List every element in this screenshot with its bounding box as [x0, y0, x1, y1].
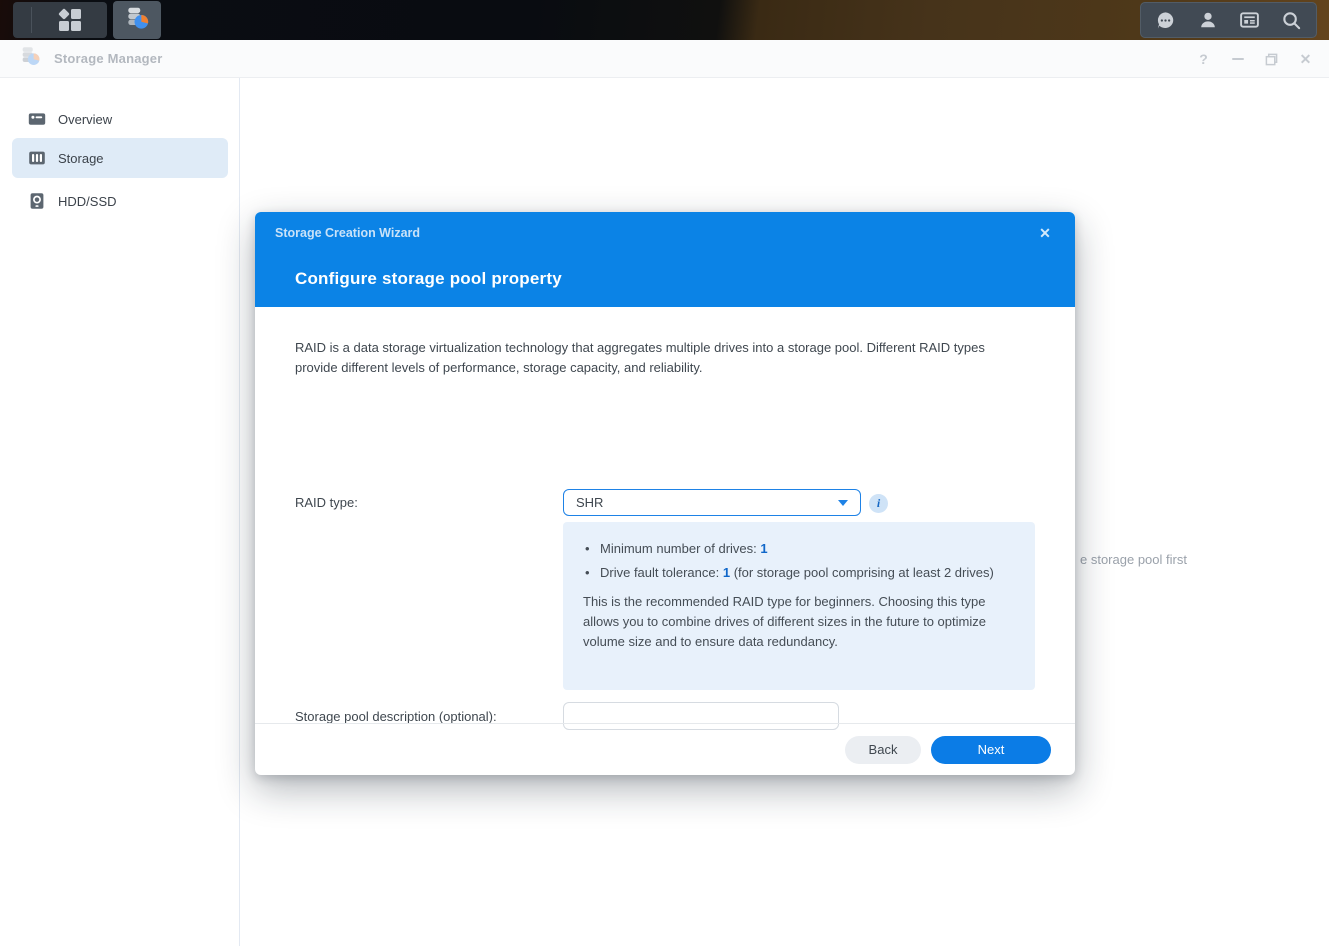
raid-type-label: RAID type: — [295, 489, 358, 516]
user-account-icon[interactable] — [1197, 10, 1218, 31]
dialog-close-button[interactable]: ✕ — [1035, 223, 1055, 243]
storage-manager-app-icon — [124, 5, 150, 36]
back-button[interactable]: Back — [845, 736, 921, 764]
raid-info-panel: Minimum number of drives: 1 Drive fault … — [563, 522, 1035, 690]
hdd-ssd-icon — [28, 192, 46, 210]
raid-info-bullet: Drive fault tolerance: 1 (for storage po… — [583, 561, 1015, 585]
sidebar-item-overview[interactable]: Overview — [12, 100, 228, 138]
main-menu-button[interactable] — [32, 2, 107, 38]
dialog-title: Storage Creation Wizard — [275, 226, 420, 240]
min-drives-value: 1 — [760, 541, 767, 556]
next-button[interactable]: Next — [931, 736, 1051, 764]
sidebar-item-label: Storage — [58, 151, 104, 166]
taskbar-tray — [1140, 2, 1317, 38]
minimize-button[interactable] — [1230, 51, 1245, 67]
restore-icon — [1265, 53, 1278, 66]
raid-recommendation-note: This is the recommended RAID type for be… — [583, 592, 1015, 652]
storage-manager-window-icon — [19, 45, 41, 72]
maximize-button[interactable] — [1264, 51, 1279, 67]
widgets-panel-icon[interactable] — [1239, 10, 1260, 31]
raid-info-bullet-list: Minimum number of drives: 1 Drive fault … — [583, 537, 1015, 585]
dialog-footer: Back Next — [255, 723, 1075, 775]
dialog-header: Storage Creation Wizard ✕ Configure stor… — [255, 212, 1075, 307]
taskbar-storage-manager-button[interactable] — [113, 1, 161, 39]
chevron-down-icon — [838, 500, 848, 506]
sidebar-item-hdd-ssd[interactable]: HDD/SSD — [12, 182, 228, 220]
window-controls: ? ✕ — [1196, 40, 1313, 78]
storage-icon — [28, 149, 46, 167]
sidebar: Overview Storage HDD/SSD — [0, 78, 240, 946]
overview-icon — [28, 110, 46, 128]
main-menu-icon — [59, 9, 81, 31]
raid-type-selected-value: SHR — [576, 495, 838, 510]
sidebar-item-storage[interactable]: Storage — [12, 138, 228, 178]
window-title: Storage Manager — [54, 51, 162, 66]
window-close-button[interactable]: ✕ — [1298, 51, 1313, 67]
storage-creation-wizard-dialog: Storage Creation Wizard ✕ Configure stor… — [255, 212, 1075, 775]
notifications-chat-icon[interactable] — [1155, 10, 1176, 31]
sidebar-item-label: Overview — [58, 112, 112, 127]
desktop-taskbar — [0, 0, 1329, 40]
dialog-step-heading: Configure storage pool property — [295, 269, 562, 289]
desktop-screen: Storage Manager ? ✕ Overview — [0, 0, 1329, 946]
sidebar-item-label: HDD/SSD — [58, 194, 117, 209]
raid-info-icon[interactable]: i — [869, 494, 888, 513]
storage-manager-window-titlebar: Storage Manager ? ✕ — [0, 40, 1329, 78]
minimize-icon — [1232, 58, 1244, 60]
background-message-fragment: e storage pool first — [1080, 552, 1187, 567]
search-icon[interactable] — [1281, 10, 1302, 31]
raid-intro-text: RAID is a data storage virtualization te… — [295, 338, 1027, 378]
raid-type-dropdown[interactable]: SHR — [563, 489, 861, 516]
help-button[interactable]: ? — [1196, 51, 1211, 67]
raid-info-bullet: Minimum number of drives: 1 — [583, 537, 1015, 561]
fault-tolerance-value: 1 — [723, 565, 730, 580]
taskbar-left-panel — [13, 2, 107, 38]
